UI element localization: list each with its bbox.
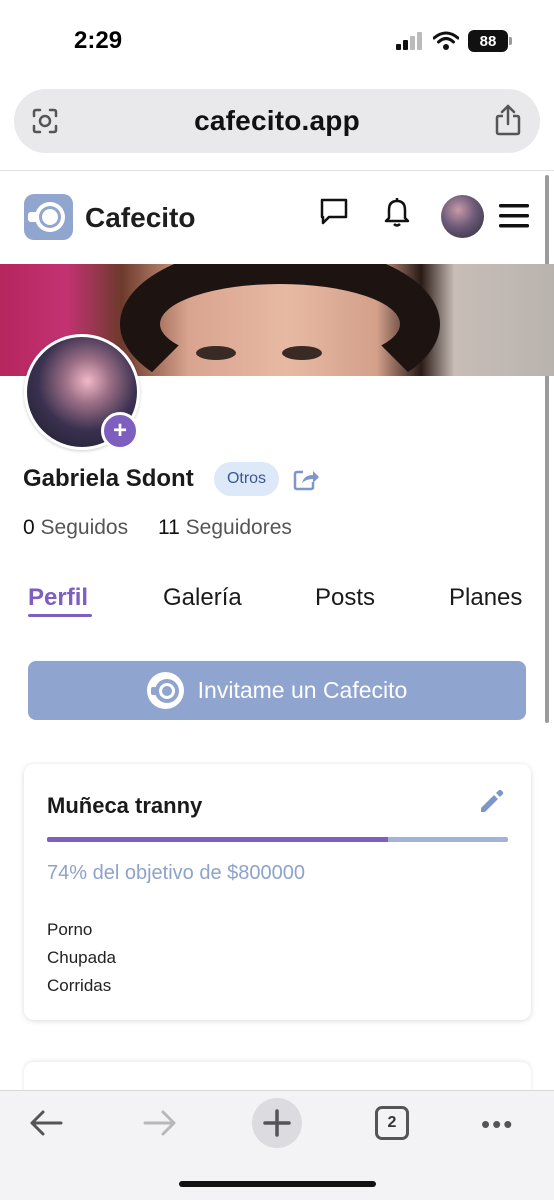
- category-badge: Otros: [214, 462, 279, 496]
- goal-progress-fill: [47, 837, 389, 842]
- home-indicator: [179, 1181, 376, 1187]
- following-stat[interactable]: 0 Seguidos: [23, 516, 128, 540]
- brand-name[interactable]: Cafecito: [85, 202, 195, 234]
- followers-label: Seguidores: [185, 516, 292, 539]
- add-photo-button[interactable]: +: [101, 412, 139, 450]
- share-page-icon[interactable]: [495, 104, 521, 136]
- back-arrow-icon[interactable]: [28, 1109, 64, 1137]
- share-profile-icon[interactable]: [292, 466, 320, 492]
- goal-progress-bar: [47, 837, 508, 842]
- new-tab-button[interactable]: [252, 1098, 302, 1148]
- cafecito-logo-icon[interactable]: [24, 194, 73, 240]
- goal-progress-text: 74% del objetivo de $800000: [47, 862, 305, 884]
- tab-planes[interactable]: Planes: [449, 584, 522, 612]
- tabs-button[interactable]: 2: [375, 1106, 409, 1140]
- user-avatar[interactable]: [441, 195, 484, 238]
- plus-icon: [263, 1109, 291, 1137]
- address-bar[interactable]: cafecito.app: [14, 89, 540, 153]
- goal-item: Porno: [47, 920, 93, 939]
- profile-name: Gabriela Sdont: [23, 465, 194, 492]
- status-time: 2:29: [74, 27, 123, 54]
- status-bar: 2:29 88: [0, 0, 554, 84]
- goal-title: Muñeca tranny: [47, 793, 203, 818]
- messages-icon[interactable]: [318, 196, 350, 228]
- scrollbar[interactable]: [545, 175, 549, 723]
- tab-posts[interactable]: Posts: [315, 584, 375, 612]
- active-tab-indicator: [28, 614, 92, 617]
- cellular-signal-icon: [396, 32, 422, 50]
- following-label: Seguidos: [40, 516, 129, 539]
- following-count: 0: [23, 516, 35, 539]
- hamburger-menu-icon[interactable]: [498, 202, 530, 230]
- battery-indicator: 88: [468, 30, 512, 52]
- goal-item: Chupada: [47, 948, 117, 967]
- forward-arrow-icon[interactable]: [142, 1109, 178, 1137]
- edit-pencil-icon[interactable]: [477, 788, 505, 816]
- invite-cafecito-button[interactable]: Invitame un Cafecito: [28, 661, 526, 720]
- followers-stat[interactable]: 11 Seguidores: [158, 516, 292, 540]
- goal-items-list: Porno Chupada Corridas: [47, 916, 116, 1000]
- bell-icon[interactable]: [382, 196, 412, 228]
- status-icons: 88: [396, 30, 512, 52]
- followers-count: 11: [158, 516, 180, 539]
- invite-button-label: Invitame un Cafecito: [197, 677, 408, 703]
- tab-perfil[interactable]: Perfil: [28, 584, 88, 612]
- tab-galeria[interactable]: Galería: [163, 584, 242, 612]
- divider: [0, 170, 554, 171]
- app-header: Cafecito: [0, 172, 554, 264]
- goal-card: Muñeca tranny 74% del objetivo de $80000…: [24, 764, 531, 1020]
- goal-item: Corridas: [47, 976, 112, 995]
- more-options-icon[interactable]: •••: [481, 1111, 514, 1137]
- cafecito-cup-icon: [146, 672, 184, 709]
- wifi-icon: [433, 31, 459, 50]
- url-text: cafecito.app: [194, 105, 360, 136]
